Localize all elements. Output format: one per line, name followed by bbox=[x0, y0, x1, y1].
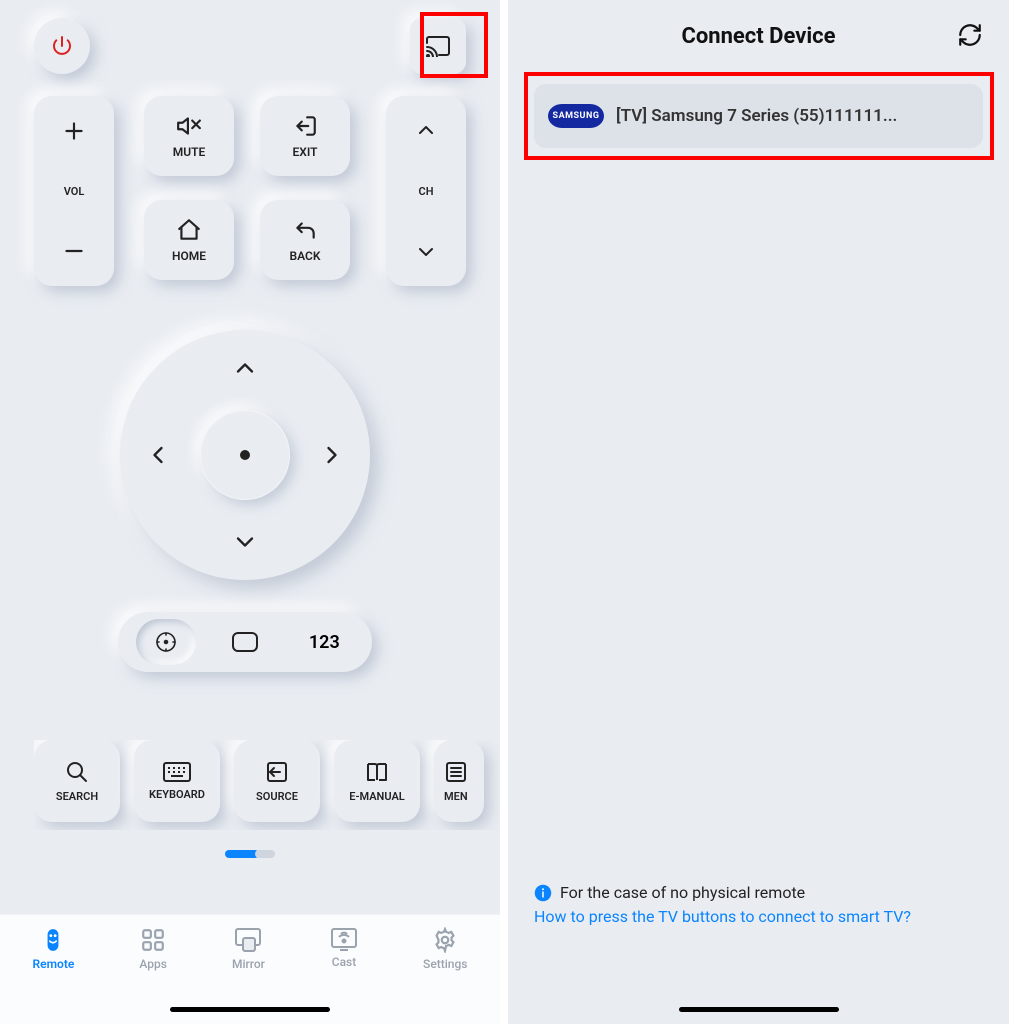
dot-icon bbox=[240, 450, 250, 460]
chevron-down-icon bbox=[414, 240, 438, 264]
shortcut-search[interactable]: SEARCH bbox=[34, 740, 120, 822]
home-indicator bbox=[679, 1007, 839, 1012]
remote-icon bbox=[40, 927, 66, 953]
volume-rocker[interactable]: VOL bbox=[34, 96, 114, 286]
vol-label: VOL bbox=[64, 185, 85, 198]
gear-icon bbox=[432, 927, 458, 953]
device-item[interactable]: SAMSUNG [TV] Samsung 7 Series (55)111111… bbox=[534, 84, 983, 148]
shortcut-source[interactable]: SOURCE bbox=[234, 740, 320, 822]
page-indicator bbox=[0, 850, 500, 858]
refresh-icon bbox=[957, 22, 983, 48]
nav-settings-label: Settings bbox=[423, 957, 467, 971]
connect-title: Connect Device bbox=[681, 24, 835, 49]
exit-label: EXIT bbox=[292, 145, 317, 159]
apps-icon bbox=[140, 927, 166, 953]
dpad-up[interactable] bbox=[225, 348, 265, 388]
cast-nav-icon bbox=[330, 927, 358, 951]
connect-header: Connect Device bbox=[508, 24, 1009, 49]
shortcut-emanual-label: E-MANUAL bbox=[349, 790, 404, 803]
shortcut-keyboard-label: KEYBOARD bbox=[149, 788, 205, 801]
home-button[interactable]: HOME bbox=[144, 200, 234, 280]
mode-numpad-label: 123 bbox=[309, 632, 340, 653]
connect-screen: Connect Device SAMSUNG [TV] Samsung 7 Se… bbox=[500, 0, 1009, 1024]
cursor-move-icon bbox=[154, 630, 178, 654]
shortcut-row[interactable]: SEARCH KEYBOARD SOURCE E-MANUAL MEN bbox=[34, 740, 500, 830]
nav-mirror-label: Mirror bbox=[232, 957, 265, 971]
source-icon bbox=[265, 760, 289, 784]
info-icon bbox=[534, 884, 552, 902]
help-link[interactable]: How to press the TV buttons to connect t… bbox=[534, 907, 911, 926]
device-name: [TV] Samsung 7 Series (55)111111... bbox=[616, 106, 969, 126]
power-icon bbox=[50, 34, 74, 58]
dpad-left[interactable] bbox=[138, 435, 178, 475]
chevron-left-icon bbox=[144, 441, 172, 469]
shortcut-menu-label: MEN bbox=[444, 790, 468, 803]
shortcut-keyboard[interactable]: KEYBOARD bbox=[134, 740, 220, 822]
remote-screen: VOL CH MUTE EXIT HOME BACK bbox=[0, 0, 500, 1024]
remote-topbar bbox=[0, 18, 500, 78]
connect-footer: For the case of no physical remote How t… bbox=[534, 883, 983, 928]
nav-cast-label: Cast bbox=[332, 955, 356, 969]
exit-button[interactable]: EXIT bbox=[260, 96, 350, 176]
mute-button[interactable]: MUTE bbox=[144, 96, 234, 176]
nav-mirror[interactable]: Mirror bbox=[232, 927, 265, 971]
samsung-logo: SAMSUNG bbox=[548, 104, 604, 128]
info-line: For the case of no physical remote bbox=[534, 883, 983, 902]
shortcut-emanual[interactable]: E-MANUAL bbox=[334, 740, 420, 822]
back-icon bbox=[292, 217, 318, 243]
nav-cast[interactable]: Cast bbox=[330, 927, 358, 969]
dpad-right[interactable] bbox=[312, 435, 352, 475]
home-label: HOME bbox=[172, 249, 206, 263]
chevron-right-icon bbox=[318, 441, 346, 469]
dpad bbox=[120, 330, 370, 580]
exit-icon bbox=[292, 113, 318, 139]
cast-icon bbox=[425, 35, 451, 57]
refresh-button[interactable] bbox=[957, 22, 983, 48]
mode-touchpad[interactable] bbox=[215, 619, 275, 665]
nav-apps-label: Apps bbox=[139, 957, 167, 971]
touchpad-icon bbox=[231, 631, 259, 653]
mute-icon bbox=[176, 113, 202, 139]
minus-icon bbox=[61, 238, 87, 264]
plus-icon bbox=[61, 118, 87, 144]
bottom-nav: Remote Apps Mirror Cast Settings bbox=[0, 914, 500, 1024]
chevron-down-icon bbox=[231, 528, 259, 556]
chevron-up-icon bbox=[414, 118, 438, 142]
chevron-up-icon bbox=[231, 354, 259, 382]
book-icon bbox=[365, 760, 389, 784]
mute-label: MUTE bbox=[173, 145, 206, 159]
search-icon bbox=[65, 760, 89, 784]
back-button[interactable]: BACK bbox=[260, 200, 350, 280]
ch-label: CH bbox=[419, 185, 434, 198]
nav-remote-label: Remote bbox=[33, 957, 75, 971]
shortcut-source-label: SOURCE bbox=[256, 790, 298, 803]
menu-icon bbox=[444, 760, 468, 784]
shortcut-search-label: SEARCH bbox=[56, 790, 98, 803]
cast-button[interactable] bbox=[410, 18, 466, 74]
dpad-down[interactable] bbox=[225, 522, 265, 562]
mode-cursor[interactable] bbox=[136, 619, 196, 665]
samsung-logo-text: SAMSUNG bbox=[553, 111, 600, 121]
mirror-icon bbox=[234, 927, 262, 953]
info-text: For the case of no physical remote bbox=[560, 883, 805, 902]
keyboard-icon bbox=[163, 762, 191, 782]
back-label: BACK bbox=[290, 249, 321, 263]
dpad-ok[interactable] bbox=[200, 410, 290, 500]
nav-remote[interactable]: Remote bbox=[33, 927, 75, 971]
shortcut-menu[interactable]: MEN bbox=[434, 740, 484, 822]
nav-apps[interactable]: Apps bbox=[139, 927, 167, 971]
channel-rocker[interactable]: CH bbox=[386, 96, 466, 286]
nav-settings[interactable]: Settings bbox=[423, 927, 467, 971]
home-icon bbox=[176, 217, 202, 243]
power-button[interactable] bbox=[34, 18, 90, 74]
home-indicator bbox=[170, 1007, 330, 1012]
mode-numpad[interactable]: 123 bbox=[294, 619, 354, 665]
input-mode-selector: 123 bbox=[118, 612, 372, 672]
